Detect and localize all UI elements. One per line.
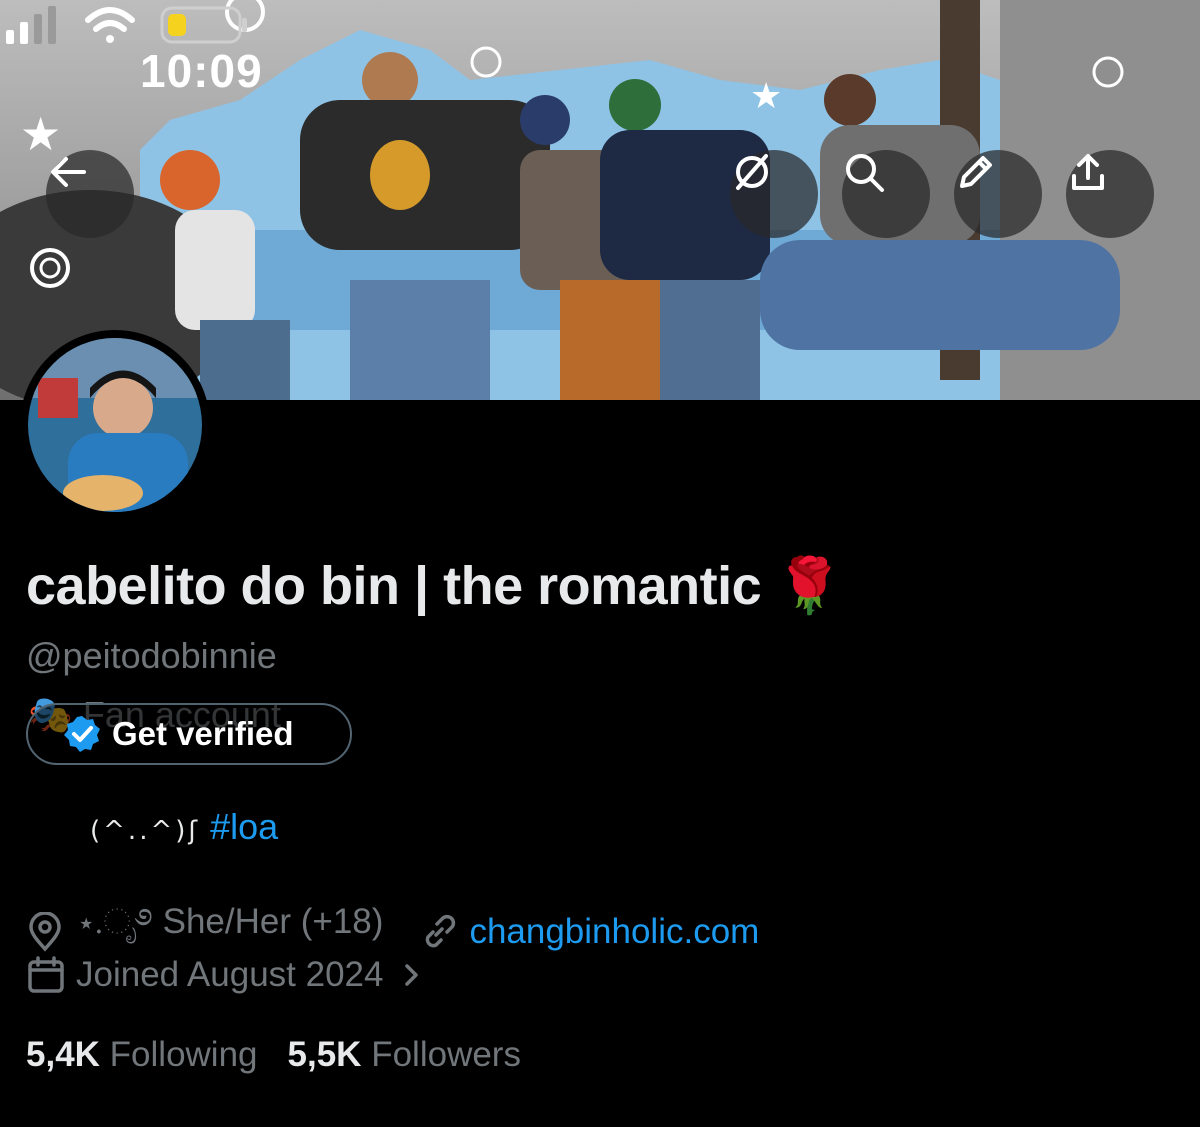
display-name: cabelito do bin | the romantic 🌹 bbox=[26, 556, 843, 616]
joined-text: Joined August 2024 bbox=[76, 955, 384, 994]
svg-text:★: ★ bbox=[750, 76, 782, 117]
edit-button[interactable] bbox=[954, 150, 1042, 238]
get-verified-label: Get verified bbox=[112, 715, 294, 752]
battery-icon bbox=[160, 6, 247, 44]
search-button[interactable] bbox=[842, 150, 930, 238]
verified-badge-icon bbox=[64, 716, 100, 752]
followers-stat[interactable]: 5,5K Followers bbox=[288, 1035, 521, 1074]
website-link[interactable]: changbinholic.com bbox=[469, 912, 759, 952]
search-icon bbox=[846, 154, 884, 192]
avatar-image bbox=[28, 338, 202, 512]
back-button[interactable] bbox=[46, 150, 134, 238]
location-pin-icon bbox=[29, 912, 61, 952]
profile-avatar[interactable] bbox=[20, 330, 210, 520]
chevron-right-icon bbox=[405, 964, 419, 986]
status-icons bbox=[6, 6, 247, 44]
joined-row[interactable]: Joined August 2024 bbox=[26, 955, 423, 995]
back-arrow-icon bbox=[51, 157, 86, 187]
following-stat[interactable]: 5,4K Following bbox=[26, 1035, 258, 1074]
share-button[interactable] bbox=[1066, 150, 1154, 238]
link-icon bbox=[426, 914, 456, 948]
followers-label: Followers bbox=[371, 1035, 521, 1074]
bio-hashtag-link[interactable]: #loa bbox=[210, 806, 278, 847]
pencil-icon bbox=[960, 156, 992, 188]
following-label: Following bbox=[109, 1035, 258, 1074]
signal-icon bbox=[6, 6, 56, 44]
followers-count: 5,5K bbox=[287, 1035, 362, 1074]
wifi-icon bbox=[85, 7, 135, 43]
profile-banner[interactable]: ★ ★ 10:09 bbox=[0, 0, 1200, 400]
share-icon bbox=[1072, 154, 1104, 190]
get-verified-button[interactable]: Get verified bbox=[26, 703, 352, 765]
bio-kaomoji: (^..^)ʃ bbox=[90, 816, 201, 846]
bio: (^..^)ʃ #loa bbox=[90, 806, 278, 848]
status-time: 10:09 bbox=[140, 45, 263, 97]
handle: @peitodobinnie bbox=[26, 635, 277, 676]
grok-button[interactable] bbox=[730, 150, 818, 238]
grok-icon bbox=[736, 154, 768, 190]
follow-stats: 5,4K Following 5,5K Followers bbox=[26, 1035, 521, 1075]
following-count: 5,4K bbox=[26, 1035, 100, 1074]
calendar-icon bbox=[28, 956, 64, 993]
